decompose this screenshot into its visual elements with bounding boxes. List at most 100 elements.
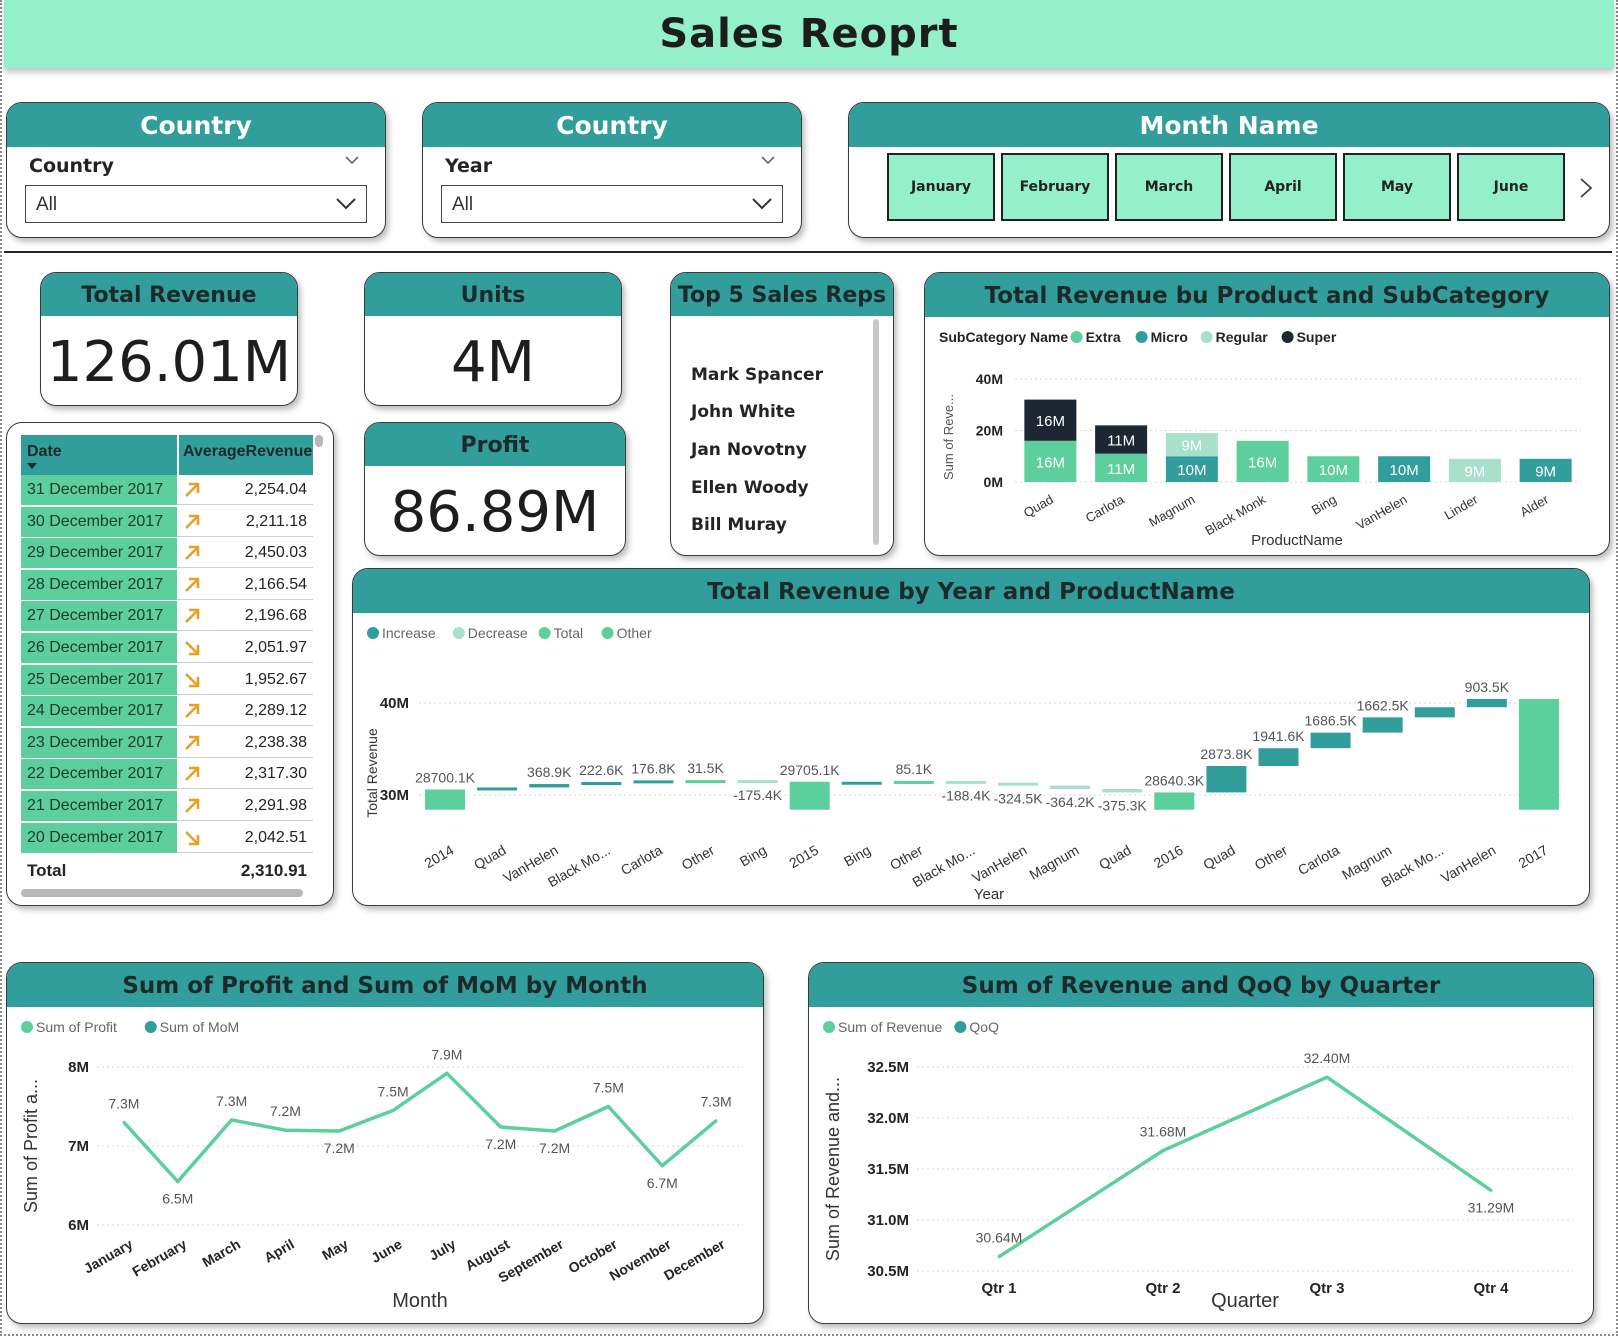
chevron-down-icon[interactable] xyxy=(761,153,775,167)
country-dropdown[interactable]: All xyxy=(25,185,367,223)
revenue-quarter-chart-title: Sum of Revenue and QoQ by Quarter xyxy=(809,963,1593,1007)
y-axis-label: Sum of Reve... xyxy=(941,394,956,480)
month-button-april[interactable]: April xyxy=(1229,153,1337,221)
legend-item: QoQ xyxy=(969,1019,999,1035)
table-header-value[interactable]: AverageRevenue xyxy=(183,443,313,461)
y-tick-label: 40M xyxy=(976,371,1003,387)
x-tick-label: 2015 xyxy=(786,842,821,872)
data-point xyxy=(553,1129,557,1133)
table-header-date[interactable]: Date xyxy=(27,443,62,461)
x-tick-label: 2017 xyxy=(1515,842,1550,872)
data-point xyxy=(714,1119,718,1123)
row-date: 21 December 2017 xyxy=(21,791,177,821)
units-value: 4M xyxy=(451,330,535,395)
data-label: 6.7M xyxy=(647,1175,678,1191)
table-row[interactable]: 29 December 2017 2,450.03 xyxy=(21,538,313,569)
data-label: 28700.1K xyxy=(415,769,476,785)
top-reps-title: Top 5 Sales Reps xyxy=(671,273,893,316)
row-date: 23 December 2017 xyxy=(21,727,177,758)
table-row[interactable]: 31 December 2017 2,254.04 xyxy=(21,475,313,505)
header-separator xyxy=(177,435,179,475)
waterfall-bar xyxy=(737,780,778,784)
table-row[interactable]: 27 December 2017 2,196.68 xyxy=(21,601,313,632)
data-label: 16M xyxy=(1036,413,1065,430)
waterfall-bar xyxy=(1310,732,1351,749)
data-point xyxy=(337,1129,341,1133)
data-label: 7.5M xyxy=(593,1080,624,1096)
row-value: 2,289.12 xyxy=(244,702,307,720)
waterfall-bar xyxy=(841,781,882,785)
table-row[interactable]: 21 December 2017 2,291.98 xyxy=(21,791,313,821)
data-label: 6.5M xyxy=(162,1191,193,1207)
data-point xyxy=(1161,1149,1165,1153)
table-row[interactable]: 22 December 2017 2,317.30 xyxy=(21,759,313,790)
data-label: 7.2M xyxy=(539,1140,570,1156)
data-point xyxy=(606,1105,610,1108)
waterfall-bar xyxy=(789,781,830,810)
row-date: 30 December 2017 xyxy=(21,506,177,537)
table-vscrollbar[interactable] xyxy=(315,435,323,447)
chevron-right-icon[interactable] xyxy=(1579,177,1593,199)
data-label: 7.5M xyxy=(378,1083,409,1099)
table-row[interactable]: 24 December 2017 2,289.12 xyxy=(21,696,313,727)
month-button-february[interactable]: February xyxy=(1001,153,1109,221)
country-slicer-label: Country xyxy=(29,155,114,177)
month-button-may[interactable]: May xyxy=(1343,153,1451,221)
waterfall-bar xyxy=(581,782,622,786)
data-point xyxy=(660,1164,664,1168)
waterfall-bar xyxy=(1466,698,1507,708)
data-label: 29705.1K xyxy=(780,762,841,778)
row-value: 2,196.68 xyxy=(244,607,307,625)
profit-card: Profit 86.89M xyxy=(364,422,626,556)
legend-item: Other xyxy=(617,625,652,641)
data-label: 222.6K xyxy=(579,762,624,778)
rep-name[interactable]: Jan Novotny xyxy=(691,440,807,460)
data-label: 31.68M xyxy=(1140,1124,1187,1140)
data-label: 7.3M xyxy=(216,1093,247,1109)
legend-item: Decrease xyxy=(468,625,528,641)
month-button-june[interactable]: June xyxy=(1457,153,1565,221)
chevron-down-icon[interactable] xyxy=(345,153,359,167)
x-tick-label: Carlota xyxy=(1295,842,1342,879)
arrow-down-right-icon xyxy=(185,641,200,656)
x-tick-label: Qtr 1 xyxy=(981,1280,1016,1297)
report-title: Sales Reoprt xyxy=(659,11,959,57)
rep-name[interactable]: Mark Spancer xyxy=(691,365,823,385)
y-tick-label: 32.5M xyxy=(867,1059,909,1076)
data-label: -364.2K xyxy=(1046,794,1096,810)
table-hscrollbar[interactable] xyxy=(21,889,303,897)
table-row[interactable]: 23 December 2017 2,238.38 xyxy=(21,727,313,758)
month-button-march[interactable]: March xyxy=(1115,153,1223,221)
table-row[interactable]: 26 December 2017 2,051.97 xyxy=(21,633,313,663)
profit-month-chart-title: Sum of Profit and Sum of MoM by Month xyxy=(7,963,763,1007)
rep-name[interactable]: John White xyxy=(691,402,795,422)
data-label: 16M xyxy=(1248,454,1277,471)
data-label: 176.8K xyxy=(631,760,676,776)
year-dropdown[interactable]: All xyxy=(441,185,783,223)
x-tick-label: Quad xyxy=(1021,492,1056,521)
x-tick-label: June xyxy=(368,1236,404,1266)
rep-name[interactable]: Ellen Woody xyxy=(691,478,809,498)
profit-title: Profit xyxy=(365,423,625,466)
x-tick-label: July xyxy=(426,1236,458,1264)
arrow-up-right-icon xyxy=(185,703,200,719)
month-button-january[interactable]: January xyxy=(887,153,995,221)
legend-marker xyxy=(601,627,614,639)
table-row[interactable]: 20 December 2017 2,042.51 xyxy=(21,822,313,853)
y-tick-label: 30M xyxy=(380,787,409,804)
row-date: 28 December 2017 xyxy=(21,569,177,600)
legend-item: Sum of Profit xyxy=(36,1019,117,1035)
table-row[interactable]: 30 December 2017 2,211.18 xyxy=(21,506,313,537)
y-tick-label: 32.0M xyxy=(867,1110,909,1127)
data-label: 31.29M xyxy=(1468,1199,1515,1215)
data-label: 31.5K xyxy=(687,760,724,776)
table-row[interactable]: 28 December 2017 2,166.54 xyxy=(21,569,313,600)
legend-item: Sum of MoM xyxy=(160,1019,239,1035)
data-label: -188.4K xyxy=(941,788,991,804)
x-tick-label: Bing xyxy=(1309,492,1339,518)
rep-name[interactable]: Bill Muray xyxy=(691,515,787,535)
top-reps-scrollbar[interactable] xyxy=(873,319,879,545)
data-label: 7.2M xyxy=(485,1136,516,1152)
x-tick-label: December xyxy=(661,1235,728,1283)
table-row[interactable]: 25 December 2017 1,952.67 xyxy=(21,664,313,695)
